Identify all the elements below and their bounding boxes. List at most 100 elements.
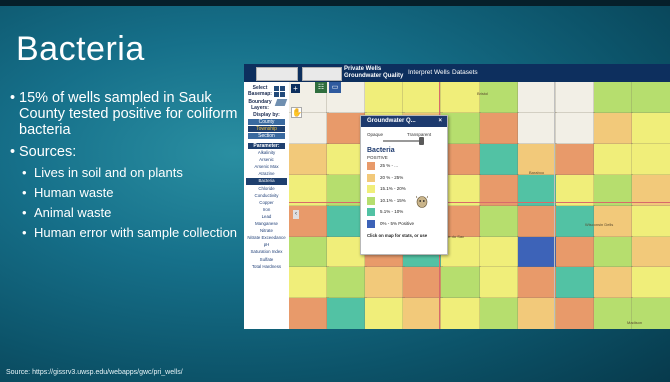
map-township-cell[interactable]	[592, 142, 634, 177]
layers-icon[interactable]	[274, 99, 288, 106]
legend-label: 15.1% - 20%	[380, 186, 406, 191]
parameter-item[interactable]: Arsenic	[246, 157, 287, 164]
map-township-cell[interactable]	[364, 266, 405, 300]
map-township-cell[interactable]	[326, 266, 367, 300]
map-township-cell[interactable]	[289, 142, 329, 177]
collapse-sidebar-chevron-icon[interactable]: ‹	[293, 210, 299, 219]
map-township-cell[interactable]	[440, 82, 481, 115]
map-township-cell[interactable]	[402, 297, 443, 329]
map-township-cell[interactable]	[592, 266, 634, 300]
parameter-item[interactable]: Copper	[246, 200, 287, 207]
legend-label: 20 % - 25%	[380, 174, 404, 180]
opacity-slider-handle[interactable]	[419, 137, 424, 145]
display-section-button[interactable]: Section	[248, 133, 285, 139]
legend-item: 5.1% - 10%	[367, 208, 447, 216]
map-township-cell[interactable]	[592, 82, 634, 115]
home-hand-icon[interactable]: ✋	[291, 107, 302, 118]
slide-title: Bacteria	[16, 30, 145, 68]
map-township-cell[interactable]	[478, 142, 520, 177]
parameter-item[interactable]: Sulfate	[246, 257, 287, 264]
map-township-cell[interactable]	[592, 235, 634, 269]
map-township-cell[interactable]	[326, 297, 367, 329]
map-township-cell[interactable]	[630, 82, 670, 115]
map-township-cell[interactable]	[440, 266, 481, 300]
slide: Bacteria 15% of wells sampled in Sauk Co…	[0, 0, 670, 382]
parameter-item[interactable]: Bacteria	[246, 178, 287, 185]
map-township-cell[interactable]	[478, 204, 520, 238]
parameter-item[interactable]: Lead	[246, 214, 287, 221]
map-township-cell[interactable]	[554, 266, 596, 300]
map-township-cell[interactable]	[402, 266, 443, 300]
map-township-cell[interactable]	[478, 297, 520, 329]
map-township-cell[interactable]	[516, 297, 558, 329]
legend-subtitle: POSITIVE	[367, 155, 388, 160]
legend-item: 25 % - ...	[367, 162, 447, 170]
close-icon[interactable]: ×	[438, 116, 442, 127]
legend-label: 10.1% - 15%	[380, 197, 406, 203]
map-township-cell[interactable]	[630, 266, 670, 300]
groundwater-legend-panel: Groundwater Q... × Opaque Transparent Ba…	[360, 115, 448, 255]
parameter-item[interactable]: Chloride	[246, 186, 287, 193]
display-township-button[interactable]: Township	[248, 126, 285, 132]
map-township-cell[interactable]	[440, 297, 481, 329]
nav-wells[interactable]: Wells	[434, 69, 450, 76]
parameter-item[interactable]: Arsenic Max	[246, 164, 287, 171]
parameter-item[interactable]: Saturation Index	[246, 249, 287, 256]
map-township-cell[interactable]	[554, 111, 596, 146]
map-township-cell[interactable]	[554, 235, 596, 269]
parameter-item[interactable]: Total Hardness	[246, 264, 287, 271]
map-township-cell[interactable]	[478, 266, 520, 300]
map-township-cell[interactable]	[592, 111, 634, 146]
map-township-cell[interactable]	[364, 82, 405, 115]
parameter-item[interactable]: Manganese	[246, 221, 287, 228]
parameter-item[interactable]: Nitrate	[246, 228, 287, 235]
map-township-cell[interactable]	[478, 111, 520, 146]
nav-interpret[interactable]: Interpret	[408, 69, 432, 76]
map-township-cell[interactable]	[630, 142, 670, 177]
parameter-item[interactable]: Alkalinity	[246, 150, 287, 157]
zoom-in-button[interactable]: +	[291, 84, 300, 93]
basemap-grid-icon[interactable]	[274, 86, 285, 97]
sub-bullet-soil: Lives in soil and on plants	[10, 165, 238, 180]
parameter-item[interactable]: Nitrate Exceedance	[246, 235, 287, 242]
map-township-cell[interactable]	[478, 82, 520, 115]
panel-header: Groundwater Q... ×	[361, 116, 447, 127]
map-township-cell[interactable]	[289, 266, 329, 300]
map-township-cell[interactable]	[630, 111, 670, 146]
map-township-cell[interactable]	[554, 297, 596, 329]
parameter-item[interactable]: Conductivity	[246, 193, 287, 200]
parameter-item[interactable]: pH	[246, 242, 287, 249]
map-township-cell[interactable]	[630, 235, 670, 269]
sub-bullet-animal-waste: Animal waste	[10, 205, 238, 220]
display-county-button[interactable]: County	[248, 119, 285, 125]
opacity-slider[interactable]	[383, 137, 424, 145]
map-township-cell[interactable]	[516, 82, 558, 115]
map-township-cell[interactable]	[516, 204, 558, 238]
sub-bullet-human-error: Human error with sample collection	[10, 225, 238, 240]
nav-datasets[interactable]: Datasets	[452, 69, 478, 76]
bacteria-mascot-icon	[416, 195, 428, 208]
bullet-coliform: 15% of wells sampled in Sauk County test…	[10, 90, 238, 138]
map-township-cell[interactable]	[516, 266, 558, 300]
map-township-cell[interactable]	[516, 235, 558, 269]
map-township-cell[interactable]	[478, 235, 520, 269]
boundary-layers-label: Boundary Layers:	[248, 99, 272, 111]
map-township-cell[interactable]	[516, 111, 558, 146]
map-township-cell[interactable]	[630, 204, 670, 238]
map-township-cell[interactable]	[289, 235, 329, 269]
map-township-cell[interactable]	[364, 297, 405, 329]
map-township-cell[interactable]	[402, 82, 443, 115]
legend-item: 0% - 5% Positive	[367, 219, 447, 228]
parameter-item[interactable]: Iron	[246, 207, 287, 214]
map[interactable]: Bristol Baraboo Madison Prairie du Sac W…	[289, 82, 670, 329]
place-label: Wisconsin Dells	[585, 222, 614, 227]
legend-list-icon[interactable]: ☷	[315, 82, 327, 93]
panel-title: Groundwater Q...	[367, 118, 416, 124]
slide-top-bar	[0, 0, 670, 6]
parameter-heading: Parameter:	[248, 143, 285, 149]
layers-toggle-icon[interactable]: ▭	[329, 82, 341, 93]
map-township-cell[interactable]	[554, 142, 596, 177]
map-township-cell[interactable]	[554, 82, 596, 115]
parameter-item[interactable]: Atrazine	[246, 171, 287, 178]
map-township-cell[interactable]	[289, 297, 329, 329]
